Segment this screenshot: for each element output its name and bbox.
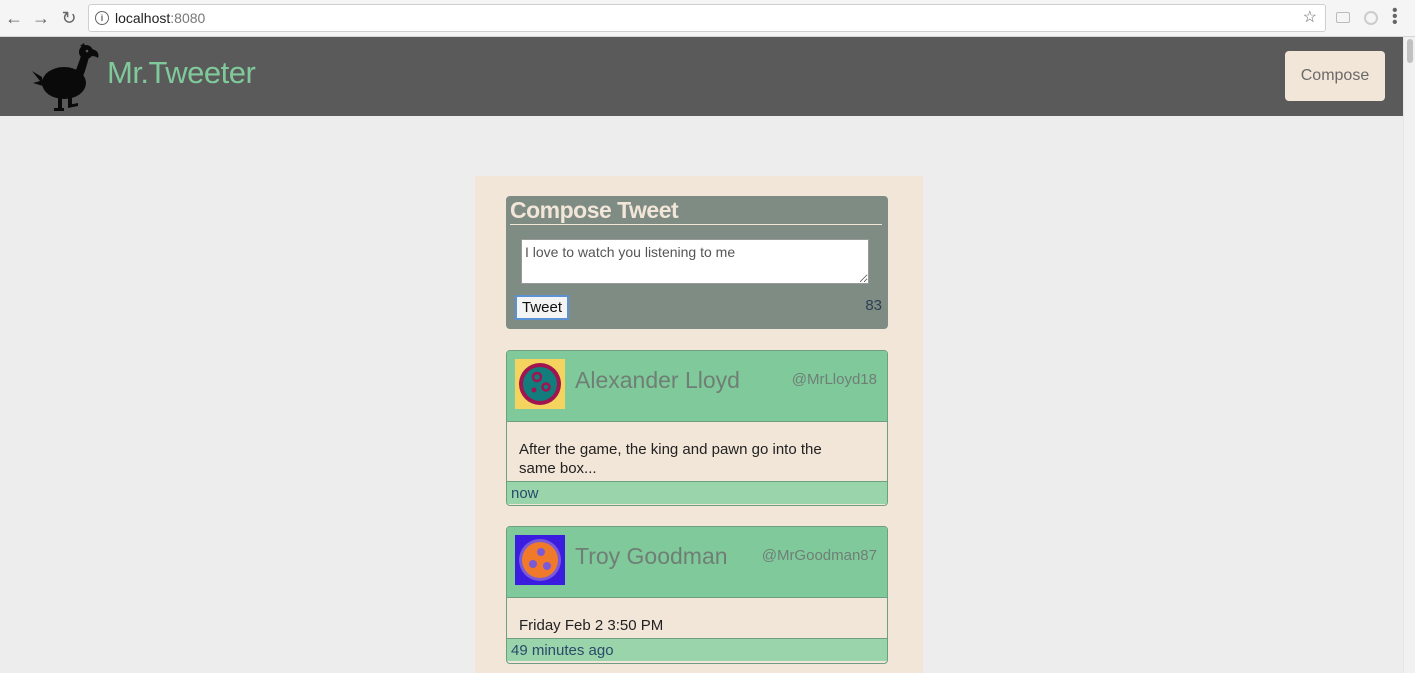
tweet-body: After the game, the king and pawn go int… xyxy=(519,441,822,477)
bookmark-star-icon[interactable]: ☆ xyxy=(1303,5,1317,31)
info-icon[interactable]: i xyxy=(95,11,109,25)
reload-icon[interactable]: ↻ xyxy=(57,6,81,30)
tweet-timestamp: 49 minutes ago xyxy=(507,638,887,661)
avatar xyxy=(515,535,565,585)
app-title: Mr.Tweeter xyxy=(107,55,256,90)
tweet-textarea[interactable]: I love to watch you listening to me xyxy=(521,239,869,284)
compose-divider xyxy=(510,224,882,225)
browser-toolbar: ← → ↻ i localhost:8080 ☆ • • • xyxy=(0,0,1415,37)
char-counter: 83 xyxy=(865,297,882,314)
tweet-author-handle: @MrGoodman87 xyxy=(761,547,877,564)
compose-button[interactable]: Compose xyxy=(1285,51,1385,101)
tweet-card: Troy Goodman @MrGoodman87 Friday Feb 2 3… xyxy=(506,526,888,664)
compose-tweet-panel: Compose Tweet I love to watch you listen… xyxy=(506,196,888,329)
tweet-timestamp: now xyxy=(507,481,887,504)
tweet-card: Alexander Lloyd @MrLloyd18 After the gam… xyxy=(506,350,888,506)
compose-title: Compose Tweet xyxy=(510,197,679,223)
tweet-button[interactable]: Tweet xyxy=(515,295,569,320)
dodo-bird-logo-icon xyxy=(32,43,99,111)
cast-icon[interactable] xyxy=(1336,12,1350,23)
main-container: Compose Tweet I love to watch you listen… xyxy=(475,176,923,673)
extension-icon[interactable] xyxy=(1364,11,1378,25)
tweet-author-handle: @MrLloyd18 xyxy=(791,371,877,388)
tweet-author-name: Alexander Lloyd xyxy=(575,367,740,393)
tweet-author-name: Troy Goodman xyxy=(575,543,728,569)
app-header: Mr.Tweeter Compose xyxy=(0,37,1403,116)
back-icon[interactable]: ← xyxy=(2,6,26,30)
page-scrollbar[interactable] xyxy=(1403,37,1415,673)
avatar xyxy=(515,359,565,409)
browser-menu-icon[interactable]: • • • xyxy=(1392,3,1398,31)
tweet-header: Alexander Lloyd @MrLloyd18 xyxy=(507,351,887,422)
tweet-body: Friday Feb 2 3:50 PM xyxy=(519,617,664,634)
forward-icon[interactable]: → xyxy=(29,6,53,30)
tweet-header: Troy Goodman @MrGoodman87 xyxy=(507,527,887,598)
url-text: localhost:8080 xyxy=(115,10,206,26)
address-bar[interactable]: i localhost:8080 ☆ xyxy=(88,4,1326,32)
scrollbar-thumb[interactable] xyxy=(1407,39,1413,63)
